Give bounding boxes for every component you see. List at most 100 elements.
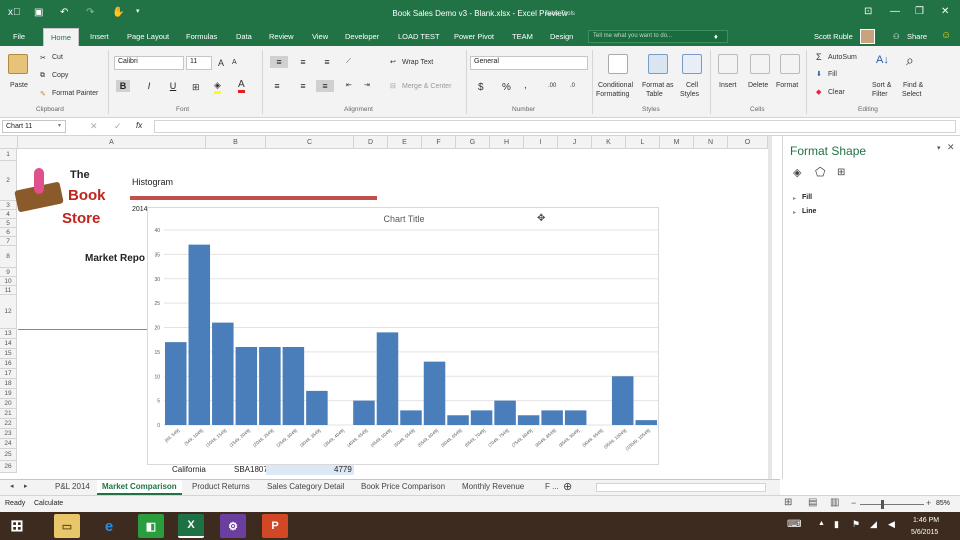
horizontal-scrollbar[interactable] [596, 483, 766, 492]
copy-icon[interactable]: ⧉ [40, 72, 45, 80]
sheet-tab[interactable]: Monthly Revenue [462, 482, 524, 491]
volume-icon[interactable]: ◀ [888, 519, 895, 530]
paste-button[interactable]: Paste [10, 82, 28, 89]
insert-function-icon[interactable]: fx [136, 121, 142, 130]
tab-review[interactable]: Review [269, 32, 294, 41]
currency-button[interactable]: $ [478, 82, 484, 93]
sort-filter-button[interactable]: Sort & [872, 82, 891, 89]
new-sheet-icon[interactable]: ⊕ [563, 480, 572, 493]
shrink-font-icon[interactable]: A [232, 59, 237, 66]
pane-options-icon[interactable]: ▾ [937, 144, 941, 152]
row-header[interactable]: 18 [0, 379, 17, 389]
page-layout-view-icon[interactable]: ▤ [808, 497, 817, 508]
fill-expand-icon[interactable]: ▸ [793, 195, 796, 202]
cancel-entry-icon[interactable]: ✕ [90, 121, 98, 132]
row-header[interactable]: 13 [0, 329, 17, 339]
find-select-button[interactable]: Find & [903, 82, 923, 89]
histogram-bar-shape[interactable] [130, 196, 377, 200]
row-header[interactable]: 11 [0, 286, 17, 295]
merge-icon[interactable]: ⊟ [390, 82, 396, 90]
row-header[interactable]: 8 [0, 246, 17, 268]
name-box[interactable]: Chart 11 [2, 120, 66, 133]
maximize-icon[interactable]: ❐ [915, 6, 924, 17]
row-header[interactable]: 20 [0, 399, 17, 409]
align-center-icon[interactable]: ≡ [296, 80, 310, 92]
sheet-tab-active[interactable]: Market Comparison [97, 480, 182, 495]
row-header[interactable]: 23 [0, 429, 17, 439]
histogram-bar[interactable] [611, 376, 634, 425]
internet-explorer-icon[interactable]: e [96, 514, 122, 538]
format-as-table-button[interactable]: Format as [642, 82, 674, 89]
format-cells-button[interactable]: Format [776, 82, 798, 89]
zoom-in-icon[interactable]: + [926, 498, 931, 508]
find-select-icon[interactable]: ⌕ [906, 52, 914, 69]
column-header[interactable]: M [660, 136, 694, 149]
column-header[interactable]: A [18, 136, 206, 149]
tray-app-icon[interactable]: ▮ [834, 519, 839, 530]
row-header[interactable]: 19 [0, 389, 17, 399]
sheet-tab[interactable]: P&L 2014 [55, 482, 90, 491]
fill-button[interactable]: Fill [828, 71, 837, 78]
decrease-indent-icon[interactable]: ⇤ [346, 81, 352, 89]
row-header[interactable]: 25 [0, 449, 17, 461]
clock-date[interactable]: 5/6/2015 [911, 529, 938, 536]
tab-load-test[interactable]: LOAD TEST [398, 32, 440, 41]
line-expand-icon[interactable]: ▸ [793, 209, 796, 216]
row-header[interactable]: 17 [0, 369, 17, 379]
conditional-formatting-button[interactable]: Conditional [598, 82, 633, 89]
share-icon[interactable]: ⚇ [893, 32, 900, 41]
histogram-bar[interactable] [259, 347, 281, 425]
tab-data[interactable]: Data [236, 32, 252, 41]
increase-decimal-icon[interactable]: .00 [548, 83, 556, 89]
column-header[interactable]: G [456, 136, 490, 149]
comma-button[interactable]: , [524, 80, 527, 91]
fill-icon[interactable]: ⬇ [816, 70, 822, 78]
histogram-bar[interactable] [376, 332, 399, 425]
effects-icon[interactable]: ⬠ [815, 165, 825, 179]
tab-insert[interactable]: Insert [90, 32, 109, 41]
orientation-icon[interactable]: ⟋ [346, 58, 351, 66]
format-as-table-icon[interactable] [648, 54, 668, 74]
number-format-select[interactable]: General [470, 56, 588, 70]
row-header[interactable]: 10 [0, 277, 17, 286]
insert-cells-icon[interactable] [718, 54, 738, 74]
clear-icon[interactable]: ◆ [816, 88, 821, 96]
merge-center-button[interactable]: Merge & Center [402, 83, 451, 90]
column-header[interactable]: F [422, 136, 456, 149]
tab-design[interactable]: Design [550, 32, 573, 41]
sheet-tab[interactable]: Product Returns [192, 482, 250, 491]
histogram-bar[interactable] [494, 400, 516, 425]
zoom-level[interactable]: 85% [936, 500, 950, 507]
paste-icon[interactable] [8, 54, 28, 74]
font-size-select[interactable]: 11 [186, 56, 212, 70]
normal-view-icon[interactable]: ⊞ [784, 497, 792, 508]
column-header[interactable]: H [490, 136, 524, 149]
wrap-text-icon[interactable]: ↩ [390, 58, 396, 66]
size-properties-icon[interactable]: ⊞ [837, 167, 845, 178]
settings-gear-icon[interactable]: ⚙ [220, 514, 246, 538]
histogram-bar[interactable] [541, 410, 563, 425]
select-all-corner[interactable] [0, 136, 18, 149]
histogram-bar[interactable] [165, 342, 187, 425]
align-bottom-icon[interactable]: ≡ [320, 56, 334, 68]
column-header[interactable]: C [266, 136, 354, 149]
minimize-icon[interactable]: — [890, 6, 900, 17]
row-header[interactable]: 16 [0, 359, 17, 369]
align-top-icon[interactable]: ≡ [270, 56, 288, 68]
tab-power-pivot[interactable]: Power Pivot [454, 32, 494, 41]
column-header[interactable]: I [524, 136, 558, 149]
clear-button[interactable]: Clear [828, 89, 845, 96]
column-header[interactable]: L [626, 136, 660, 149]
column-header[interactable]: B [206, 136, 266, 149]
tab-file[interactable]: File [13, 32, 25, 41]
row-header[interactable]: 22 [0, 419, 17, 429]
histogram-bar[interactable] [353, 400, 375, 425]
windows-start-icon[interactable]: ⊞ [4, 514, 30, 538]
align-middle-icon[interactable]: ≡ [296, 56, 310, 68]
chart-title[interactable]: Chart Title [383, 214, 424, 224]
sheet-tab[interactable]: F ... [545, 482, 559, 491]
histogram-bar[interactable] [635, 420, 657, 425]
keyboard-icon[interactable]: ⌨ [787, 519, 801, 530]
tab-team[interactable]: TEAM [512, 32, 533, 41]
row-header[interactable]: 6 [0, 228, 17, 237]
